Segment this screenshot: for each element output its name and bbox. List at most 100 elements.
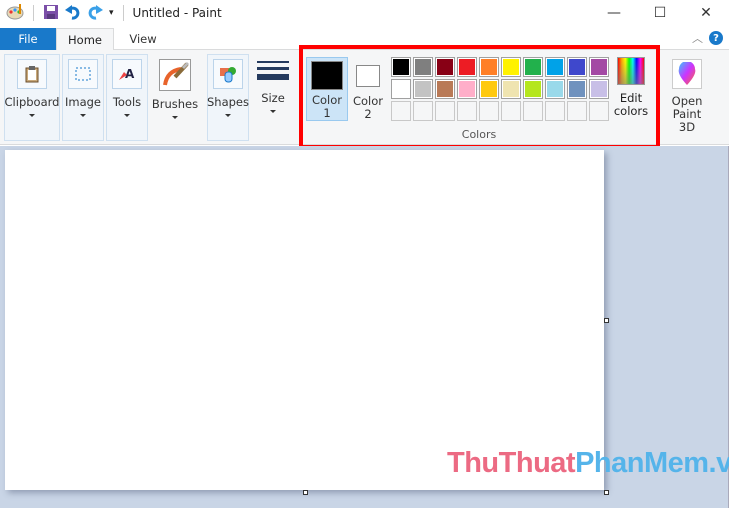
minimize-button[interactable]: —	[591, 0, 637, 26]
custom-color-slot[interactable]	[435, 101, 455, 121]
select-icon	[68, 59, 98, 89]
resize-handle-bottom[interactable]	[303, 490, 308, 495]
resize-handle-right[interactable]	[604, 318, 609, 323]
dropdown-arrow-icon	[124, 114, 130, 117]
color-spectrum-icon	[617, 57, 645, 85]
open-paint3d-button[interactable]: Open Paint 3D	[664, 54, 710, 141]
divider	[33, 5, 34, 21]
palette-swatch[interactable]	[567, 79, 587, 99]
watermark-part2: PhanMem.vn	[575, 447, 729, 479]
close-button[interactable]: ✕	[683, 0, 729, 26]
clipboard-button[interactable]: Clipboard	[4, 54, 60, 141]
shapes-label: Shapes	[207, 95, 250, 109]
paint-app-icon[interactable]	[6, 3, 24, 23]
palette-swatch[interactable]	[501, 57, 521, 77]
dropdown-arrow-icon	[172, 116, 178, 119]
tools-icon: A	[112, 59, 142, 89]
image-label: Image	[64, 95, 102, 109]
dropdown-arrow-icon	[80, 114, 86, 117]
palette-swatch[interactable]	[545, 79, 565, 99]
palette-swatch[interactable]	[523, 79, 543, 99]
ribbon-tabs: File Home View ︿ ?	[0, 26, 729, 51]
color2-button[interactable]: Color 2	[347, 57, 389, 121]
palette-swatch[interactable]	[567, 57, 587, 77]
clipboard-icon	[17, 59, 47, 89]
color1-label: Color	[311, 93, 343, 107]
custom-color-slot[interactable]	[479, 101, 499, 121]
edit-colors-button[interactable]: Edit colors	[611, 57, 651, 118]
tab-file[interactable]: File	[0, 28, 56, 50]
line-size-icon	[257, 61, 289, 80]
tools-label: Tools	[112, 95, 142, 109]
color1-swatch	[311, 61, 343, 90]
palette-swatch[interactable]	[413, 79, 433, 99]
palette-swatch[interactable]	[523, 57, 543, 77]
edit-colors-label-2: colors	[613, 104, 649, 118]
palette-swatch[interactable]	[391, 79, 411, 99]
tools-button[interactable]: A Tools	[106, 54, 148, 141]
palette-swatch[interactable]	[435, 57, 455, 77]
edit-colors-label: Edit	[619, 91, 643, 105]
shapes-icon	[213, 59, 243, 89]
image-button[interactable]: Image	[62, 54, 104, 141]
palette-swatch[interactable]	[457, 57, 477, 77]
palette-swatch[interactable]	[479, 57, 499, 77]
maximize-button[interactable]: ☐	[637, 0, 683, 26]
palette-swatch[interactable]	[435, 79, 455, 99]
drawing-canvas[interactable]	[5, 150, 604, 490]
custom-color-slot[interactable]	[413, 101, 433, 121]
color1-number: 1	[323, 106, 331, 120]
size-label: Size	[261, 91, 285, 105]
custom-color-slot[interactable]	[391, 101, 411, 121]
colors-group-label: Colors	[461, 128, 497, 141]
custom-color-slot[interactable]	[589, 101, 609, 121]
resize-handle-corner[interactable]	[604, 490, 609, 495]
redo-icon[interactable]	[87, 4, 103, 23]
customize-quick-access-icon[interactable]: ▾	[109, 8, 114, 18]
brushes-label: Brushes	[151, 97, 199, 111]
custom-color-slot[interactable]	[545, 101, 565, 121]
brush-icon	[159, 59, 191, 91]
clipboard-label: Clipboard	[4, 95, 60, 109]
dropdown-arrow-icon	[225, 114, 231, 117]
custom-color-slot[interactable]	[457, 101, 477, 121]
palette-swatch[interactable]	[413, 57, 433, 77]
save-icon[interactable]	[43, 4, 59, 23]
paint3d-icon	[672, 59, 702, 89]
palette-swatch[interactable]	[589, 79, 609, 99]
dropdown-arrow-icon	[270, 110, 276, 113]
ribbon: Clipboard Image A Tools Brushes Shapes S…	[0, 50, 729, 145]
custom-color-slot[interactable]	[501, 101, 521, 121]
paint3d-label: Open	[671, 94, 703, 108]
palette-swatch[interactable]	[501, 79, 521, 99]
tab-home[interactable]: Home	[56, 28, 114, 51]
watermark-part1: ThuThuat	[447, 447, 576, 479]
paint3d-label-2: Paint 3D	[672, 107, 702, 134]
palette-swatch[interactable]	[545, 57, 565, 77]
size-button[interactable]: Size	[252, 54, 294, 141]
color-palette	[391, 57, 609, 121]
window-title: Untitled - Paint	[132, 6, 222, 20]
color2-label: Color	[352, 94, 384, 108]
brushes-button[interactable]: Brushes	[150, 54, 200, 141]
palette-swatch[interactable]	[457, 79, 477, 99]
svg-text:A: A	[125, 67, 135, 81]
watermark: ThuThuatPhanMem.vn	[447, 447, 729, 480]
color2-swatch	[356, 65, 380, 87]
dropdown-arrow-icon	[29, 114, 35, 117]
custom-color-slot[interactable]	[523, 101, 543, 121]
title-bar: ▾ Untitled - Paint — ☐ ✕	[0, 0, 729, 26]
colors-group: Color 1 Color 2 Edit colors Colors	[303, 54, 655, 141]
help-icon[interactable]: ?	[709, 31, 723, 45]
palette-swatch[interactable]	[479, 79, 499, 99]
color1-button[interactable]: Color 1	[306, 57, 348, 121]
color2-number: 2	[364, 107, 372, 121]
tab-view[interactable]: View	[118, 28, 168, 50]
palette-swatch[interactable]	[589, 57, 609, 77]
palette-swatch[interactable]	[391, 57, 411, 77]
custom-color-slot[interactable]	[567, 101, 587, 121]
undo-icon[interactable]	[65, 4, 81, 23]
collapse-ribbon-icon[interactable]: ︿	[692, 30, 703, 46]
divider	[122, 5, 124, 21]
shapes-button[interactable]: Shapes	[207, 54, 249, 141]
